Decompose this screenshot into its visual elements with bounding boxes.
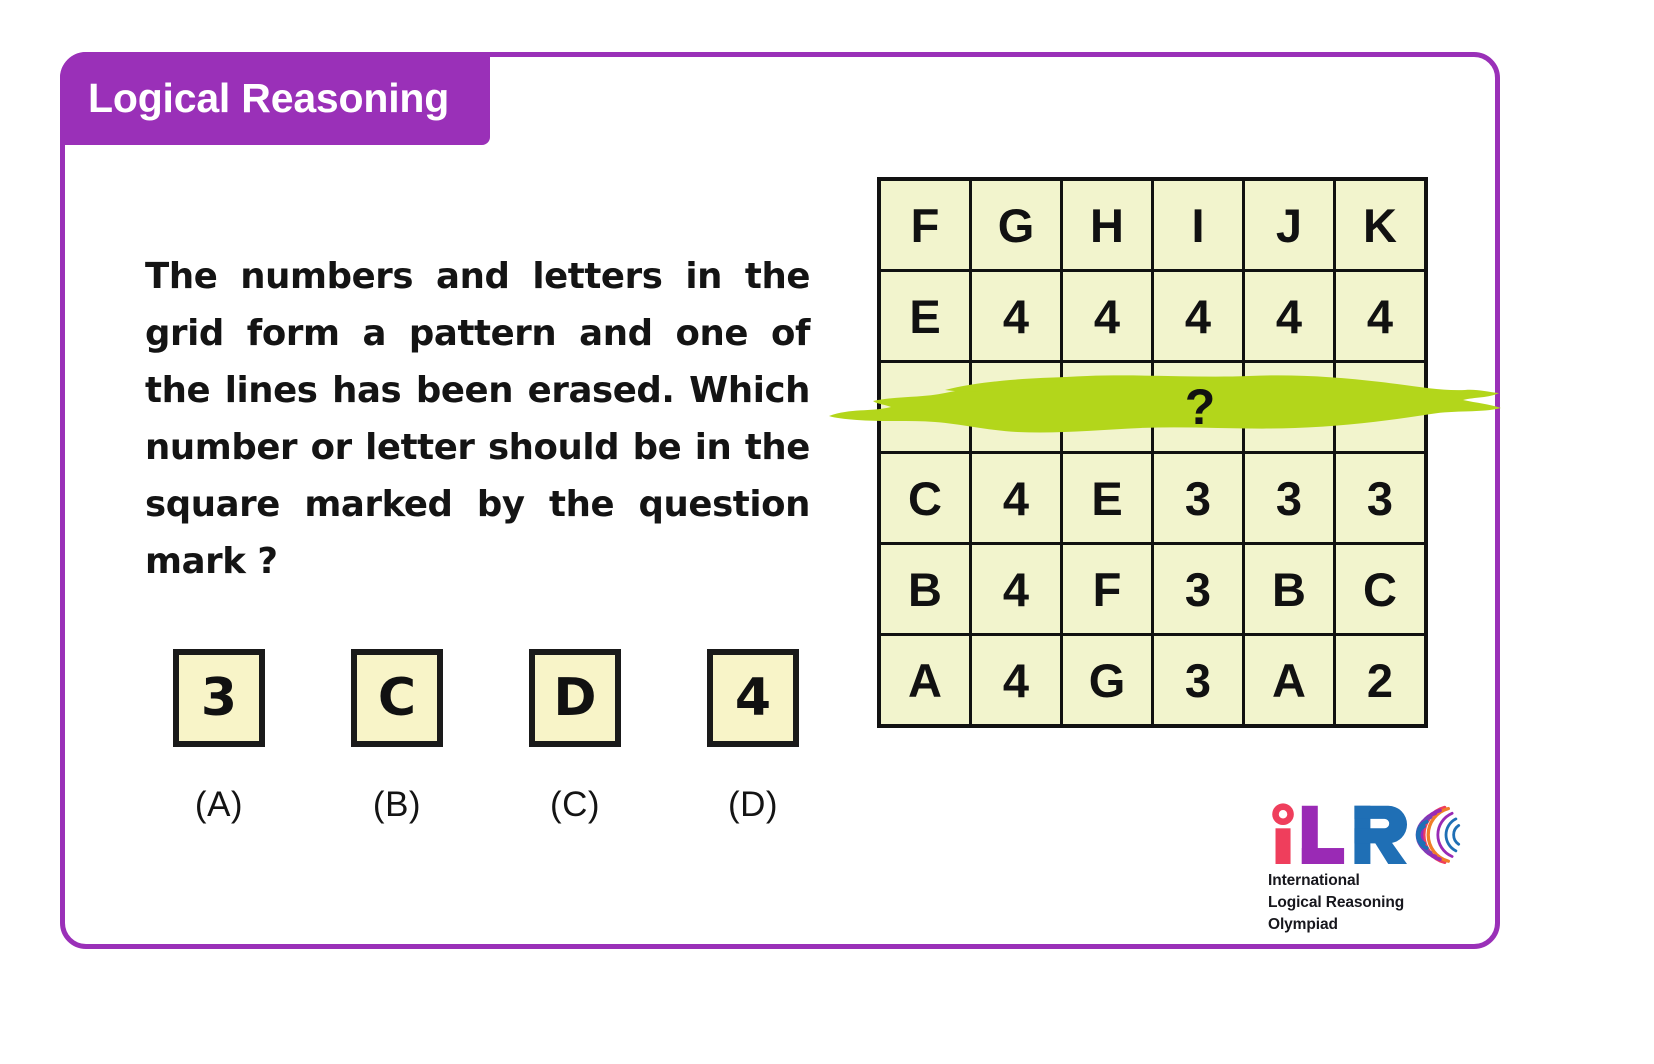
grid-cell: 4 — [969, 633, 1063, 728]
grid-cell: 4 — [1151, 269, 1245, 363]
grid-cell: E — [1060, 451, 1154, 545]
puzzle-grid-container: FGHIJKE44444?C4E333B4F3BCA4G3A2 ? — [829, 177, 1501, 737]
grid-cell-erased — [1060, 360, 1154, 454]
grid-cell: E — [877, 269, 972, 363]
answer-option-b[interactable]: C (B) — [331, 649, 463, 825]
page-title: Logical Reasoning — [88, 75, 450, 121]
grid-cell: C — [877, 451, 972, 545]
grid-cell-erased — [1333, 360, 1428, 454]
grid-row: FGHIJK — [877, 177, 1428, 272]
section-header-tab: Logical Reasoning — [60, 52, 490, 145]
grid-cell: 4 — [969, 542, 1063, 636]
grid-row: C4E333 — [877, 451, 1428, 545]
grid-cell: 3 — [1151, 542, 1245, 636]
grid-cell: B — [1242, 542, 1336, 636]
answer-option-c-box[interactable]: D — [529, 649, 621, 747]
logo-line-2: Logical Reasoning — [1268, 894, 1405, 911]
grid-row: B4F3BC — [877, 542, 1428, 636]
answer-option-b-value: C — [377, 668, 417, 728]
grid-cell: 4 — [969, 451, 1063, 545]
grid-row: E44444 — [877, 269, 1428, 363]
answer-option-d-value: 4 — [734, 668, 772, 728]
grid-cell: 3 — [1242, 451, 1336, 545]
grid-cell: J — [1242, 177, 1336, 272]
grid-cell: G — [1060, 633, 1154, 728]
grid-row: A4G3A2 — [877, 633, 1428, 728]
answer-option-a-value: 3 — [200, 668, 238, 728]
grid-cell: C — [1333, 542, 1428, 636]
grid-cell-erased — [877, 360, 972, 454]
answer-option-c-label: (C) — [549, 785, 601, 824]
answer-option-a[interactable]: 3 (A) — [153, 649, 285, 825]
grid-cell: 3 — [1333, 451, 1428, 545]
grid-cell: F — [877, 177, 972, 272]
grid-cell: 3 — [1151, 451, 1245, 545]
ilro-logo-text: International Logical Reasoning Olympiad — [1268, 870, 1468, 936]
logo-line-1: International — [1268, 872, 1360, 889]
grid-cell: I — [1151, 177, 1245, 272]
question-card: Logical Reasoning The numbers and letter… — [60, 52, 1501, 949]
logo-globe-swirl-icon — [1415, 805, 1461, 864]
answer-option-d-box[interactable]: 4 — [707, 649, 799, 747]
grid-cell: F — [1060, 542, 1154, 636]
grid-cell: B — [877, 542, 972, 636]
logo-line-3: Olympiad — [1268, 916, 1338, 933]
grid-cell: A — [877, 633, 972, 728]
grid-cell: A — [1242, 633, 1336, 728]
answer-option-c-value: D — [553, 668, 597, 728]
grid-cell: G — [969, 177, 1063, 272]
grid-cell: 4 — [1242, 269, 1336, 363]
grid-cell: H — [1060, 177, 1154, 272]
ilro-logo-mark — [1272, 803, 1461, 864]
grid-cell: 4 — [1060, 269, 1154, 363]
answer-option-d[interactable]: 4 (D) — [687, 649, 819, 825]
question-prompt: The numbers and letters in the grid form… — [145, 255, 810, 583]
grid-cell: 4 — [1333, 269, 1428, 363]
grid-cell: 4 — [969, 269, 1063, 363]
grid-cell-erased — [969, 360, 1063, 454]
puzzle-grid: FGHIJKE44444?C4E333B4F3BCA4G3A2 — [877, 177, 1428, 728]
grid-cell: 2 — [1333, 633, 1428, 728]
answer-option-d-label: (D) — [727, 785, 779, 824]
grid-row: ? — [877, 360, 1428, 454]
grid-cell: K — [1333, 177, 1428, 272]
grid-cell-erased: ? — [1151, 360, 1245, 454]
answer-option-b-box[interactable]: C — [351, 649, 443, 747]
ilro-logo: International Logical Reasoning Olympiad — [1268, 802, 1468, 936]
answer-option-a-label: (A) — [194, 785, 244, 824]
answer-option-c[interactable]: D (C) — [509, 649, 641, 825]
grid-cell: 3 — [1151, 633, 1245, 728]
answer-option-b-label: (B) — [372, 785, 422, 824]
grid-cell-erased — [1242, 360, 1336, 454]
answer-option-a-box[interactable]: 3 — [173, 649, 265, 747]
